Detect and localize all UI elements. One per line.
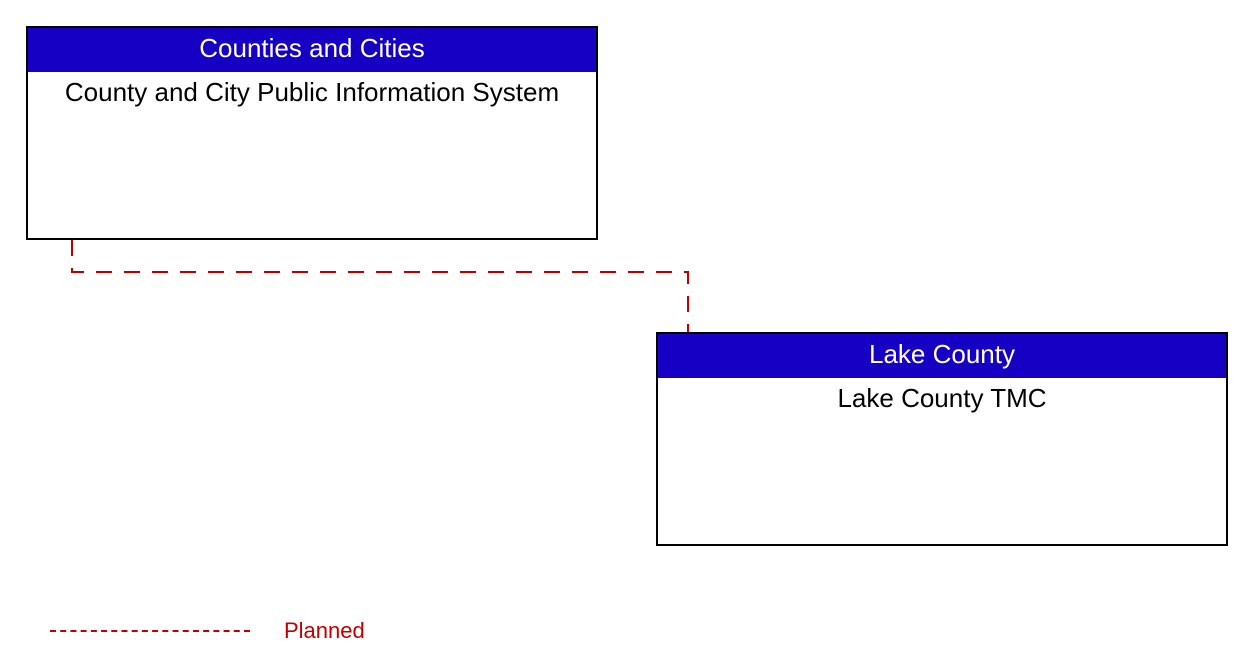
node-header-counties-cities: Counties and Cities bbox=[28, 28, 596, 72]
legend-line-planned bbox=[50, 630, 250, 632]
node-body-counties-cities: County and City Public Information Syste… bbox=[28, 72, 596, 109]
node-counties-cities: Counties and Cities County and City Publ… bbox=[26, 26, 598, 240]
node-header-lake-county: Lake County bbox=[658, 334, 1226, 378]
legend-label-planned: Planned bbox=[284, 618, 365, 644]
node-lake-county: Lake County Lake County TMC bbox=[656, 332, 1228, 546]
legend: Planned bbox=[50, 618, 365, 644]
node-body-lake-county: Lake County TMC bbox=[658, 378, 1226, 415]
connector-path bbox=[72, 240, 688, 334]
